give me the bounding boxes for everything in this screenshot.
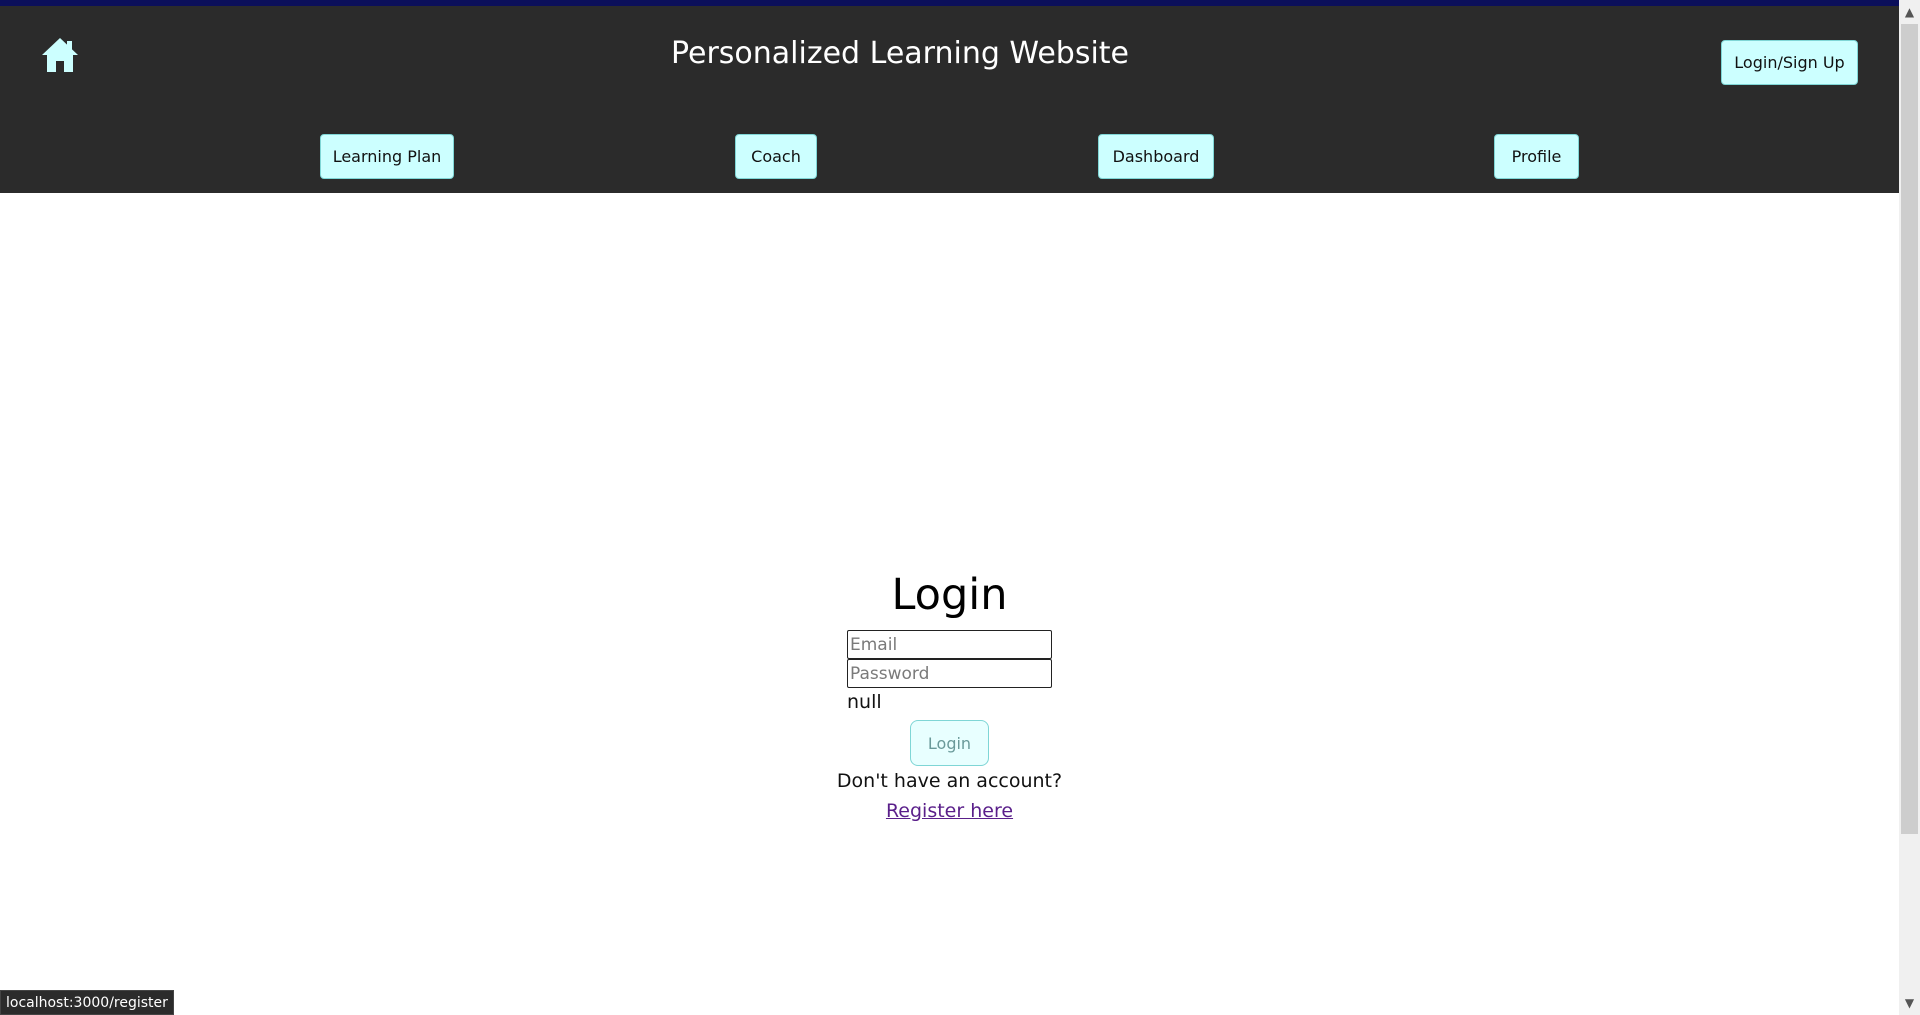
nav-learning-plan-button[interactable]: Learning Plan — [320, 134, 454, 179]
scroll-up-icon[interactable]: ▲ — [1899, 2, 1920, 22]
vertical-scrollbar[interactable]: ▲ ▼ — [1899, 0, 1920, 1015]
login-error-text: null — [847, 691, 882, 713]
status-bar-url: localhost:3000/register — [0, 990, 174, 1015]
site-title: Personalized Learning Website — [670, 36, 1129, 71]
password-input[interactable] — [847, 659, 1052, 688]
site-header: Personalized Learning Website Login/Sign… — [0, 6, 1899, 193]
nav-profile-button[interactable]: Profile — [1494, 134, 1579, 179]
scroll-down-icon[interactable]: ▼ — [1899, 993, 1920, 1013]
scroll-thumb[interactable] — [1901, 24, 1918, 834]
login-submit-button[interactable]: Login — [910, 720, 989, 766]
email-input[interactable] — [847, 630, 1052, 659]
nav-coach-button[interactable]: Coach — [735, 134, 817, 179]
login-title: Login — [891, 570, 1008, 620]
no-account-text: Don't have an account? — [836, 770, 1063, 792]
login-signup-button[interactable]: Login/Sign Up — [1721, 40, 1858, 85]
register-link[interactable]: Register here — [886, 800, 1013, 822]
nav-dashboard-button[interactable]: Dashboard — [1098, 134, 1214, 179]
register-link-wrap: Register here — [0, 800, 1899, 822]
